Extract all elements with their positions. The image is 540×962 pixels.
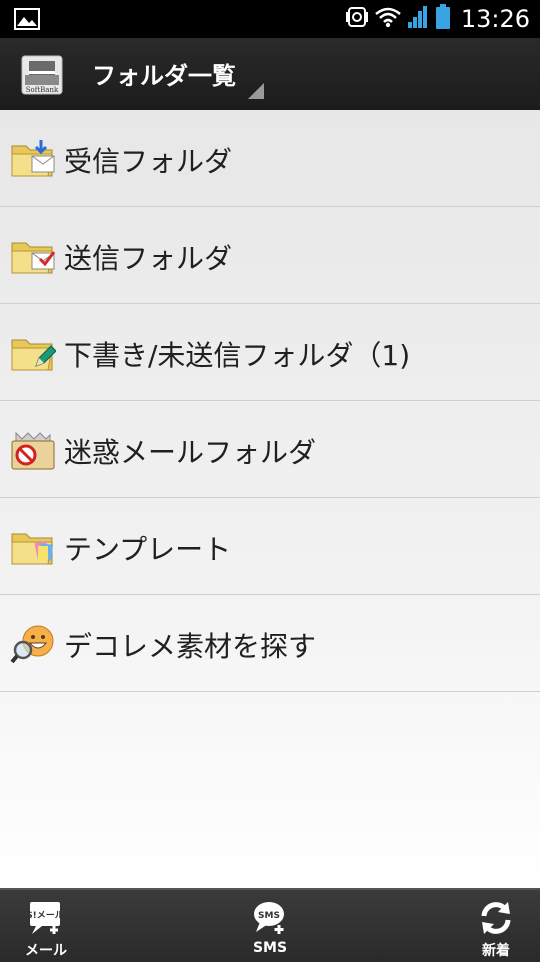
folder-item-template[interactable]: テンプレート xyxy=(0,498,540,595)
check-new-mail-button[interactable]: 新着 xyxy=(456,898,536,959)
folder-label: テンプレート xyxy=(64,533,232,566)
folder-item-find-decoration[interactable]: デコレメ素材を探す xyxy=(0,595,540,692)
status-time: 13:26 xyxy=(460,5,530,33)
check-new-mail-label: 新着 xyxy=(482,943,510,959)
alarm-vibrate-icon xyxy=(345,4,369,34)
folder-item-sent[interactable]: 送信フォルダ xyxy=(0,207,540,304)
signal-icon xyxy=(407,5,429,33)
status-bar: 13:26 xyxy=(0,0,540,38)
compose-sms-button[interactable]: SMS SMS xyxy=(230,898,310,958)
compose-mail-button[interactable]: S!メール メール xyxy=(6,898,86,959)
search-decoration-icon xyxy=(10,623,56,665)
template-folder-icon xyxy=(10,526,56,568)
folder-item-inbox[interactable]: 受信フォルダ xyxy=(0,110,540,207)
inbox-folder-icon xyxy=(10,138,56,180)
compose-sms-icon: SMS xyxy=(252,900,288,936)
gallery-notification-icon xyxy=(14,8,40,34)
svg-text:SoftBank: SoftBank xyxy=(26,86,59,94)
refresh-icon xyxy=(478,900,514,936)
folder-item-drafts[interactable]: 下書き/未送信フォルダ（1) xyxy=(0,304,540,401)
title-dropdown-indicator-icon[interactable] xyxy=(248,83,264,99)
folder-item-spam[interactable]: 迷惑メールフォルダ xyxy=(0,401,540,498)
folder-label: 迷惑メールフォルダ xyxy=(64,436,317,469)
drafts-folder-icon xyxy=(10,332,57,374)
sent-folder-icon xyxy=(10,235,56,277)
page-title[interactable]: フォルダ一覧 xyxy=(92,56,236,91)
bottom-action-bar: S!メール メール SMS SMS 新着 xyxy=(0,888,540,962)
compose-mail-label: メール xyxy=(25,943,67,959)
folder-list: 受信フォルダ 送信フォルダ 下書き/未送信フォルダ（1) 迷惑メールフォルダ テ… xyxy=(0,110,540,888)
compose-sms-label: SMS xyxy=(252,940,288,956)
folder-label: 受信フォルダ xyxy=(64,145,233,178)
compose-smail-icon: S!メール xyxy=(26,900,64,936)
svg-text:S!メール: S!メール xyxy=(28,910,64,921)
wifi-icon xyxy=(375,6,401,32)
folder-label: 送信フォルダ xyxy=(64,242,233,275)
action-bar: SoftBank フォルダ一覧 xyxy=(0,38,540,112)
folder-label: デコレメ素材を探す xyxy=(64,630,317,663)
battery-icon xyxy=(435,4,451,34)
spam-folder-icon xyxy=(10,429,56,471)
folder-label: 下書き/未送信フォルダ（1) xyxy=(64,339,411,372)
svg-text:SMS: SMS xyxy=(258,911,280,921)
softbank-mail-app-icon[interactable]: SoftBank xyxy=(20,54,64,96)
